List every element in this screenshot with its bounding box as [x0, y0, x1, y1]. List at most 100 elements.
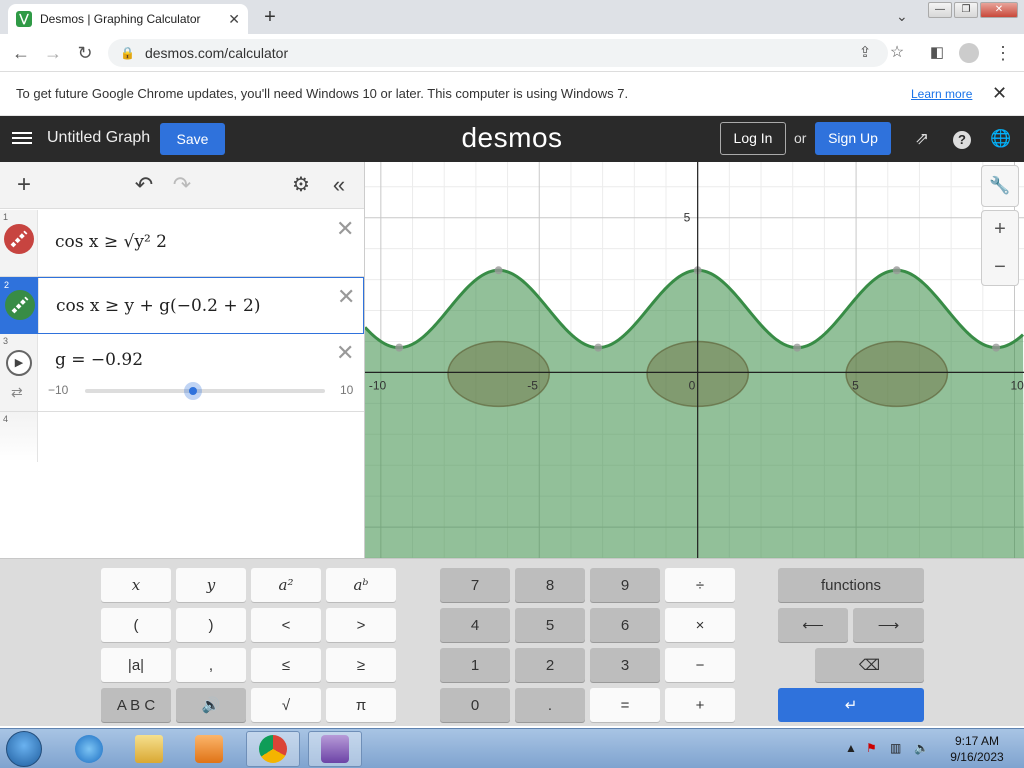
- zoom-out-button[interactable]: −: [982, 249, 1018, 287]
- graph-settings-wrench-icon[interactable]: 🔧: [981, 165, 1019, 207]
- math-key[interactable]: ≤: [251, 648, 321, 682]
- slider-thumb[interactable]: [184, 382, 202, 400]
- math-key[interactable]: x: [101, 568, 171, 602]
- number-key[interactable]: 1: [440, 648, 510, 682]
- expression-row-2[interactable]: 2 cos x ≥ y + g(−0.2 + 2) ✕: [0, 277, 364, 334]
- backspace-button[interactable]: ⌫: [815, 648, 924, 682]
- number-key[interactable]: =: [590, 688, 660, 722]
- expression-row-4-empty[interactable]: 4: [0, 412, 364, 462]
- media-player-icon[interactable]: [182, 731, 236, 767]
- collapse-panel-icon[interactable]: «: [326, 172, 352, 198]
- graph-title[interactable]: Untitled Graph: [47, 129, 150, 147]
- slider-expression[interactable]: g = −0.92: [55, 350, 143, 370]
- number-key[interactable]: 8: [515, 568, 585, 602]
- number-key[interactable]: 5: [515, 608, 585, 642]
- app-taskbar-icon[interactable]: [308, 731, 362, 767]
- expression-math[interactable]: cos x ≥ y + g(−0.2 + 2): [56, 296, 260, 316]
- number-key[interactable]: 6: [590, 608, 660, 642]
- new-tab-button[interactable]: +: [258, 6, 282, 30]
- expression-math[interactable]: cos x ≥ √y² 2: [55, 232, 167, 252]
- number-key[interactable]: .: [515, 688, 585, 722]
- settings-gear-icon[interactable]: ⚙: [288, 172, 314, 198]
- number-key[interactable]: 9: [590, 568, 660, 602]
- address-bar[interactable]: 🔒 desmos.com/calculator: [108, 39, 888, 67]
- number-key[interactable]: ÷: [665, 568, 735, 602]
- internet-explorer-icon[interactable]: [62, 731, 116, 767]
- undo-icon[interactable]: ↶: [131, 172, 157, 198]
- minimize-button[interactable]: —: [928, 2, 952, 18]
- number-key[interactable]: 4: [440, 608, 510, 642]
- system-clock[interactable]: 9:17 AM 9/16/2023: [946, 733, 1008, 765]
- functions-button[interactable]: functions: [778, 568, 924, 602]
- number-key[interactable]: +: [665, 688, 735, 722]
- math-key[interactable]: ≥: [326, 648, 396, 682]
- side-panel-icon[interactable]: ◧: [924, 40, 950, 66]
- math-key[interactable]: √: [251, 688, 321, 722]
- number-key[interactable]: 7: [440, 568, 510, 602]
- redo-icon[interactable]: ↷: [169, 172, 195, 198]
- learn-more-link[interactable]: Learn more: [911, 87, 972, 101]
- save-button[interactable]: Save: [160, 123, 225, 155]
- number-key[interactable]: 3: [590, 648, 660, 682]
- browser-tab[interactable]: ⋁ Desmos | Graphing Calculator ✕: [8, 4, 248, 34]
- volume-icon[interactable]: 🔈: [914, 741, 929, 755]
- reload-icon[interactable]: ↻: [72, 40, 98, 66]
- chrome-menu-icon[interactable]: ⋮: [990, 40, 1016, 66]
- math-key[interactable]: >: [326, 608, 396, 642]
- number-key[interactable]: −: [665, 648, 735, 682]
- show-hidden-icons-icon[interactable]: ▲: [845, 741, 857, 755]
- action-center-icon[interactable]: ⚑: [866, 741, 877, 755]
- delete-expression-icon[interactable]: ✕: [336, 216, 354, 242]
- math-key[interactable]: ): [176, 608, 246, 642]
- hamburger-menu-icon[interactable]: [12, 129, 32, 149]
- slider-max[interactable]: 10: [340, 383, 353, 397]
- login-button[interactable]: Log In: [720, 122, 786, 155]
- slider-min[interactable]: −10: [48, 383, 68, 397]
- bookmark-star-icon[interactable]: ☆: [884, 40, 910, 66]
- number-key[interactable]: 0: [440, 688, 510, 722]
- signup-button[interactable]: Sign Up: [815, 122, 891, 155]
- math-key[interactable]: (: [101, 608, 171, 642]
- forward-arrow-icon[interactable]: →: [40, 40, 66, 66]
- math-key[interactable]: <: [251, 608, 321, 642]
- math-key[interactable]: |a|: [101, 648, 171, 682]
- math-key[interactable]: a²: [251, 568, 321, 602]
- cursor-right-button[interactable]: ⟶: [853, 608, 924, 642]
- back-arrow-icon[interactable]: ←: [8, 40, 34, 66]
- loop-mode-icon[interactable]: ⇄: [11, 384, 23, 401]
- math-key[interactable]: ,: [176, 648, 246, 682]
- number-key[interactable]: ×: [665, 608, 735, 642]
- profile-avatar-icon[interactable]: [956, 40, 982, 66]
- restore-button[interactable]: ❐: [954, 2, 978, 18]
- windows-start-button[interactable]: [6, 731, 42, 767]
- expression-row-3[interactable]: 3 ▶ ⇄ g = −0.92 ✕ −10 10: [0, 334, 364, 412]
- math-key[interactable]: aᵇ: [326, 568, 396, 602]
- add-item-icon[interactable]: +: [11, 172, 37, 198]
- graph-canvas[interactable]: -10 -5 0 5 10 5: [365, 162, 1024, 558]
- network-icon[interactable]: ▥: [890, 741, 901, 755]
- chrome-taskbar-icon[interactable]: [246, 731, 300, 767]
- math-key[interactable]: A B C: [101, 688, 171, 722]
- number-key[interactable]: 2: [515, 648, 585, 682]
- help-icon[interactable]: ?: [951, 128, 973, 150]
- color-toggle-icon[interactable]: [5, 290, 35, 320]
- file-explorer-icon[interactable]: [122, 731, 176, 767]
- color-toggle-icon[interactable]: [4, 224, 34, 254]
- math-key[interactable]: 🔊: [176, 688, 246, 722]
- tab-search-chevron-icon[interactable]: ⌄: [896, 8, 908, 25]
- language-globe-icon[interactable]: 🌐: [990, 128, 1012, 150]
- expression-row-1[interactable]: 1 cos x ≥ √y² 2 ✕: [0, 210, 364, 277]
- cursor-left-button[interactable]: ⟵: [778, 608, 848, 642]
- math-key[interactable]: y: [176, 568, 246, 602]
- play-slider-icon[interactable]: ▶: [6, 350, 32, 376]
- share-icon[interactable]: ⇪: [852, 40, 878, 66]
- delete-expression-icon[interactable]: ✕: [337, 284, 355, 310]
- delete-expression-icon[interactable]: ✕: [336, 340, 354, 366]
- close-tab-icon[interactable]: ✕: [228, 11, 240, 28]
- slider-track[interactable]: [85, 389, 325, 393]
- enter-button[interactable]: ↵: [778, 688, 924, 722]
- share-graph-icon[interactable]: ⇗: [911, 128, 933, 150]
- zoom-in-button[interactable]: +: [982, 211, 1018, 249]
- close-window-button[interactable]: ✕: [980, 2, 1018, 18]
- math-key[interactable]: π: [326, 688, 396, 722]
